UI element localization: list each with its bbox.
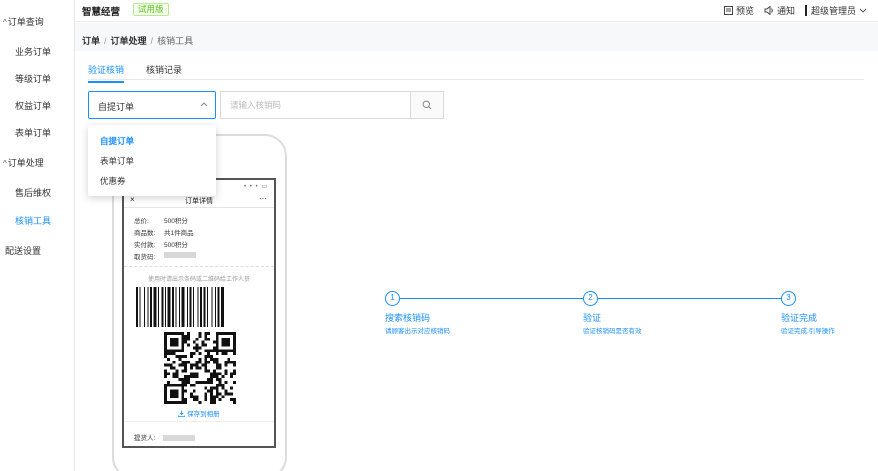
chevron-down-icon	[859, 8, 867, 13]
barcode-image	[136, 287, 224, 327]
phone-tip: 使用时请出示条码或二维码给工作人员	[147, 277, 250, 283]
tabs: 验证核销 核销记录	[88, 63, 204, 83]
step-2-circle: 2	[583, 291, 598, 306]
verify-code-input-wrap	[220, 91, 410, 119]
order-type-dropdown: 自提订单 表单订单 优惠券	[88, 125, 216, 196]
divider	[804, 5, 807, 16]
notify-button[interactable]: 通知	[764, 4, 795, 17]
preview-button[interactable]: 预览	[723, 4, 754, 17]
redacted-value	[163, 434, 196, 441]
phone-screen: • • • ▭ × 订单详情 ··· 总价: 500积分 商品数: 共1件商品 实付…	[122, 178, 276, 448]
speaker-icon	[764, 6, 773, 15]
phone-row-total: 总价: 500积分	[134, 218, 188, 225]
breadcrumb-bar	[75, 23, 878, 51]
sidebar: ^订单查询 业务订单 等级订单 权益订单 表单订单 ^订单处理 售后维权 核销工…	[0, 0, 75, 471]
divider	[124, 421, 274, 422]
phone-header: × 订单详情 ···	[124, 194, 274, 208]
verify-code-input[interactable]	[221, 92, 410, 118]
redacted-value	[164, 252, 196, 258]
topbar-actions: 预览 通知 超级管理员	[714, 4, 870, 17]
breadcrumb-current: 核销工具	[157, 36, 194, 46]
search-button[interactable]	[410, 91, 444, 119]
app-title: 智慧经营	[82, 7, 121, 18]
preview-icon	[723, 6, 733, 15]
more-icon: ···	[259, 194, 267, 203]
step-connector	[598, 298, 781, 299]
step-connector	[400, 298, 583, 299]
breadcrumb-link-processing[interactable]: 订单处理	[111, 36, 147, 46]
tab-verify[interactable]: 验证核销	[88, 63, 125, 83]
sidebar-item-delivery-settings[interactable]: 配送设置	[5, 244, 41, 257]
sidebar-item-aftersale[interactable]: 售后维权	[15, 186, 51, 199]
step-2-desc: 验证核销码是否有效	[583, 328, 642, 335]
step-1-circle: 1	[385, 291, 400, 306]
verify-steps: 1 搜索核销码 请顾客出示对应核销码 2 验证 验证核销码是否有效 3 验证完成…	[385, 290, 845, 350]
breadcrumb-link-order[interactable]: 订单	[82, 36, 100, 46]
sidebar-item-level-orders[interactable]: 等级订单	[15, 72, 51, 85]
chevron-up-icon: ^	[3, 18, 7, 27]
chevron-up-icon: ^	[3, 159, 7, 168]
status-bar: • • • ▭	[244, 184, 268, 190]
sidebar-item-form-orders[interactable]: 表单订单	[15, 126, 51, 139]
sidebar-item-rights-orders[interactable]: 权益订单	[15, 99, 51, 112]
phone-row-paid: 实付款: 500积分	[134, 242, 188, 249]
phone-picker-row: 提货人:	[134, 432, 196, 442]
sidebar-group-order-query[interactable]: ^订单查询	[3, 15, 44, 28]
sidebar-item-business-orders[interactable]: 业务订单	[15, 45, 51, 58]
breadcrumb: 订单 / 订单处理 / 核销工具	[82, 36, 194, 46]
trial-badge: 试用版	[133, 3, 169, 16]
step-3-circle: 3	[781, 291, 796, 306]
dashed-divider	[124, 266, 274, 267]
sidebar-group-order-processing[interactable]: ^订单处理	[3, 156, 44, 169]
phone-page-title: 订单详情	[185, 198, 213, 205]
step-1-title: 搜索核销码	[385, 313, 431, 323]
step-3-title: 验证完成	[781, 313, 818, 323]
sidebar-item-verify-tool[interactable]: 核销工具	[15, 214, 51, 227]
step-3-desc: 验证完成,引导操作	[781, 328, 835, 335]
phone-row-pickup-code: 取货码:	[134, 251, 196, 261]
user-menu[interactable]: 超级管理员	[811, 4, 870, 17]
step-1-desc: 请顾客出示对应核销码	[385, 328, 450, 335]
order-type-select[interactable]: 自提订单	[88, 91, 216, 119]
dropdown-option-pickup[interactable]: 自提订单	[100, 135, 134, 147]
save-to-album-link[interactable]: 保存到相册	[124, 408, 274, 418]
topbar: 智慧经营 试用版 预览 通知 超级管理员	[75, 0, 878, 22]
phone-row-count: 商品数: 共1件商品	[134, 230, 194, 237]
step-2-title: 验证	[583, 313, 602, 323]
tab-divider	[88, 79, 864, 80]
qr-code-image	[164, 332, 236, 404]
chevron-up-icon	[200, 102, 208, 107]
dropdown-option-form[interactable]: 表单订单	[100, 155, 134, 167]
download-icon	[178, 410, 186, 417]
tab-records[interactable]: 核销记录	[146, 63, 182, 80]
search-icon	[422, 100, 432, 110]
dropdown-option-coupon[interactable]: 优惠券	[100, 175, 126, 187]
